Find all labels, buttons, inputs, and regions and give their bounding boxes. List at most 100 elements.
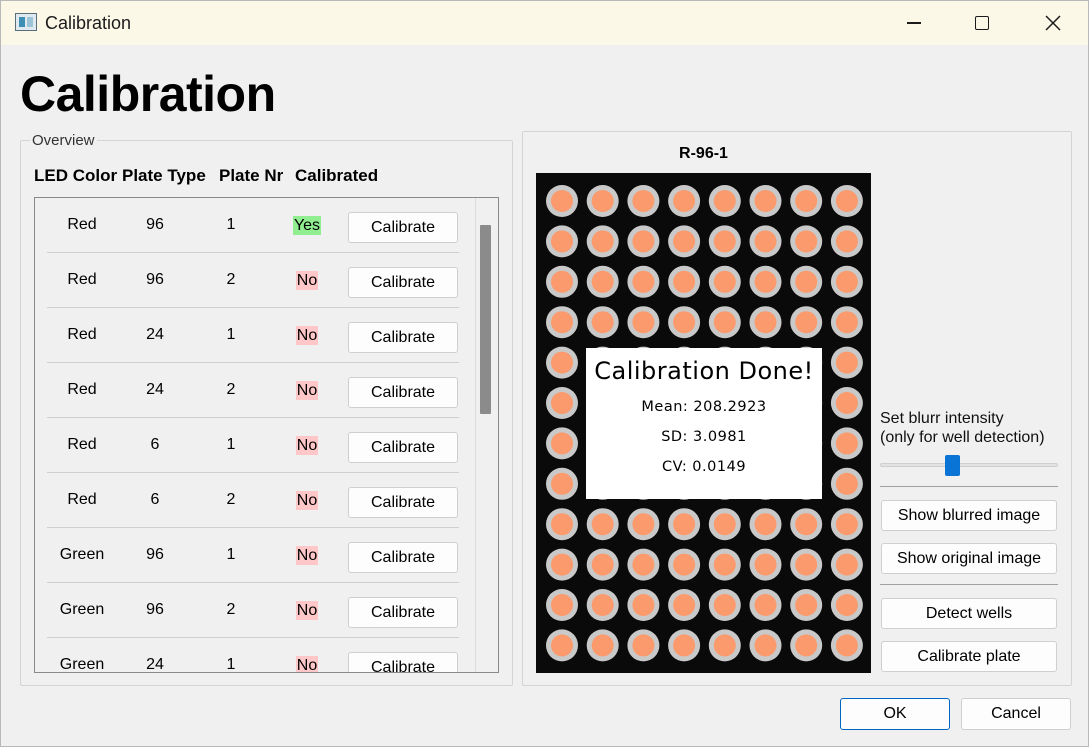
header-calibrated: Calibrated <box>295 166 379 185</box>
table-row: Red 96 1 Yes Calibrate <box>47 198 459 253</box>
well <box>673 270 696 293</box>
detect-wells-button[interactable]: Detect wells <box>881 598 1057 629</box>
result-sd: SD: 3.0981 <box>661 429 747 445</box>
cell-led-color: Green <box>59 656 105 673</box>
table-row: Green 96 1 No Calibrate <box>47 528 459 583</box>
cell-plate-type: 96 <box>146 601 164 618</box>
ok-button[interactable]: OK <box>840 698 950 730</box>
calibrate-row-button[interactable]: Calibrate <box>348 542 458 573</box>
cell-led-color: Red <box>67 381 97 398</box>
well <box>835 392 858 414</box>
cell-plate-nr: 2 <box>226 381 236 398</box>
calibrate-row-button[interactable]: Calibrate <box>348 377 458 408</box>
well <box>835 553 858 576</box>
separator <box>880 486 1058 487</box>
cell-plate-type: 96 <box>146 546 164 563</box>
cell-plate-nr: 1 <box>226 326 236 343</box>
well <box>551 594 573 616</box>
well <box>795 230 818 253</box>
calibrate-row-button[interactable]: Calibrate <box>348 597 458 628</box>
close-icon <box>1045 15 1061 31</box>
well <box>835 230 858 253</box>
calibrated-status-badge: No <box>295 380 319 400</box>
calibrate-row-button[interactable]: Calibrate <box>348 432 458 463</box>
calibrated-status-badge: Yes <box>292 215 322 235</box>
show-original-button[interactable]: Show original image <box>881 543 1057 574</box>
well <box>551 472 573 495</box>
well <box>551 230 573 253</box>
cancel-button[interactable]: Cancel <box>961 698 1071 730</box>
cell-calibrated: No <box>287 583 327 637</box>
cell-led-color: Red <box>67 216 97 233</box>
well <box>795 553 818 576</box>
well <box>632 190 655 212</box>
cell-led-color: Green <box>59 546 105 563</box>
well <box>673 513 696 536</box>
blur-label-line2: (only for well detection) <box>880 429 1045 446</box>
calibrate-row-button[interactable]: Calibrate <box>348 267 458 298</box>
cell-plate-type: 24 <box>146 326 164 343</box>
calibrate-row-button[interactable]: Calibrate <box>348 212 458 243</box>
blur-slider-track[interactable] <box>880 463 1058 467</box>
show-blurred-button[interactable]: Show blurred image <box>881 500 1057 531</box>
blur-label-line1: Set blurr intensity <box>880 410 1004 427</box>
cell-calibrated: No <box>287 528 327 582</box>
table-row: Green 96 2 No Calibrate <box>47 583 459 638</box>
table-row: Red 24 1 No Calibrate <box>47 308 459 363</box>
well <box>835 270 858 293</box>
cell-calibrated: No <box>287 473 327 527</box>
well <box>632 553 655 576</box>
title-bar: Calibration <box>1 1 1088 45</box>
calibrated-status-badge: No <box>295 545 319 565</box>
calibrated-status-badge: No <box>295 325 319 345</box>
close-button[interactable] <box>1018 1 1088 45</box>
well <box>713 553 736 576</box>
well <box>835 472 858 495</box>
well <box>835 634 858 657</box>
well <box>673 594 696 616</box>
maximize-button[interactable] <box>947 1 1017 45</box>
minimize-button[interactable] <box>879 1 949 45</box>
scrollbar-thumb[interactable] <box>480 225 491 414</box>
blur-slider-handle[interactable] <box>945 455 961 476</box>
well <box>632 270 655 293</box>
well <box>713 230 736 253</box>
calibrate-row-button[interactable]: Calibrate <box>348 652 458 672</box>
well <box>835 594 858 616</box>
well <box>713 513 736 536</box>
well <box>795 594 818 616</box>
overview-legend: Overview <box>30 132 97 149</box>
blur-label: Set blurr intensity (only for well detec… <box>880 409 1045 447</box>
app-icon <box>15 13 37 31</box>
calibrate-row-button[interactable]: Calibrate <box>348 322 458 353</box>
table-row: Red 6 1 No Calibrate <box>47 418 459 473</box>
maximize-icon <box>975 16 989 30</box>
well <box>591 634 614 657</box>
well <box>754 553 777 576</box>
well <box>754 230 777 253</box>
calibrated-status-badge: No <box>295 490 319 510</box>
calibrate-plate-button[interactable]: Calibrate plate <box>881 641 1057 672</box>
result-title: Calibration Done! <box>594 357 814 385</box>
calibrate-row-button[interactable]: Calibrate <box>348 487 458 518</box>
overview-list[interactable]: Red 96 1 Yes Calibrate Red 96 2 No Calibrate Red 24… <box>34 197 499 673</box>
page-title: Calibration <box>20 66 276 122</box>
well <box>551 432 573 455</box>
well <box>632 594 655 616</box>
well <box>551 311 573 334</box>
well <box>551 351 573 374</box>
cell-plate-nr: 1 <box>226 656 236 673</box>
well <box>754 594 777 616</box>
well <box>591 190 614 212</box>
table-row: Red 24 2 No Calibrate <box>47 363 459 418</box>
calibrated-status-badge: No <box>295 600 319 620</box>
cell-plate-type: 24 <box>146 656 164 673</box>
well <box>754 190 777 212</box>
header-plate-nr: Plate Nr <box>219 166 284 185</box>
cell-led-color: Red <box>67 491 97 508</box>
well <box>591 311 614 334</box>
well <box>591 553 614 576</box>
cell-plate-type: 6 <box>150 436 160 453</box>
well <box>713 311 736 334</box>
cell-led-color: Red <box>67 271 97 288</box>
